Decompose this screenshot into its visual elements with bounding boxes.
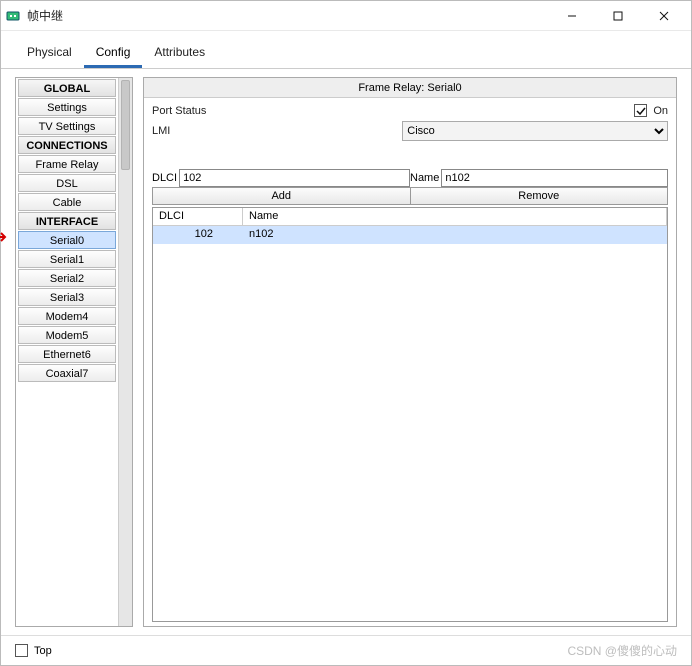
- sidebar-header: CONNECTIONS: [18, 136, 116, 154]
- remove-button[interactable]: Remove: [411, 187, 669, 205]
- top-label: Top: [34, 645, 52, 657]
- body: GLOBALSettingsTV SettingsCONNECTIONSFram…: [1, 69, 691, 635]
- sidebar-header: GLOBAL: [18, 79, 116, 97]
- sidebar-item[interactable]: Cable: [18, 193, 116, 211]
- titlebar: 帧中继: [1, 1, 691, 31]
- watermark: CSDN @傻傻的心动: [567, 642, 677, 659]
- sidebar-item[interactable]: Serial2: [18, 269, 116, 287]
- port-status-checkbox[interactable]: [634, 104, 647, 117]
- window-title: 帧中继: [27, 7, 549, 24]
- tab-physical[interactable]: Physical: [15, 41, 84, 68]
- sidebar-item[interactable]: Serial1: [18, 250, 116, 268]
- sidebar-item[interactable]: Serial0: [18, 231, 116, 249]
- table-header: DLCI Name: [153, 208, 667, 226]
- lmi-row: LMI Cisco: [152, 121, 668, 141]
- sidebar-item[interactable]: DSL: [18, 174, 116, 192]
- col-name[interactable]: Name: [243, 208, 667, 226]
- lmi-select[interactable]: Cisco: [402, 121, 668, 141]
- add-remove-row: Add Remove: [152, 187, 668, 205]
- sidebar: GLOBALSettingsTV SettingsCONNECTIONSFram…: [15, 77, 133, 627]
- dlci-name-inputs: DLCI Name: [152, 169, 668, 187]
- table-row[interactable]: 102n102: [153, 226, 667, 244]
- dlci-input-label: DLCI: [152, 172, 177, 184]
- sidebar-header: INTERFACE: [18, 212, 116, 230]
- lmi-label: LMI: [152, 125, 232, 137]
- cell-name: n102: [243, 226, 667, 244]
- sidebar-scroll-thumb[interactable]: [121, 80, 130, 170]
- top-checkbox[interactable]: [15, 644, 28, 657]
- window-buttons: [549, 1, 687, 31]
- minimize-button[interactable]: [549, 1, 595, 31]
- footer: Top CSDN @傻傻的心动: [1, 635, 691, 665]
- sidebar-item[interactable]: Ethernet6: [18, 345, 116, 363]
- app-icon: [5, 8, 21, 24]
- col-dlci[interactable]: DLCI: [153, 208, 243, 226]
- dlci-input[interactable]: [179, 169, 410, 187]
- panel-body: Port Status On LMI Cisco DLC: [144, 98, 676, 626]
- maximize-button[interactable]: [595, 1, 641, 31]
- name-input[interactable]: [441, 169, 668, 187]
- sidebar-scrollbar[interactable]: [118, 78, 132, 626]
- sidebar-item[interactable]: Modem5: [18, 326, 116, 344]
- sidebar-item[interactable]: Frame Relay: [18, 155, 116, 173]
- sidebar-item[interactable]: Modem4: [18, 307, 116, 325]
- add-button[interactable]: Add: [152, 187, 411, 205]
- cell-dlci: 102: [153, 226, 243, 244]
- tab-bar: Physical Config Attributes: [1, 31, 691, 69]
- sidebar-item[interactable]: TV Settings: [18, 117, 116, 135]
- sidebar-item[interactable]: Coaxial7: [18, 364, 116, 382]
- name-input-label: Name: [410, 172, 439, 184]
- port-status-label: Port Status: [152, 105, 232, 117]
- sidebar-item[interactable]: Settings: [18, 98, 116, 116]
- close-button[interactable]: [641, 1, 687, 31]
- tab-attributes[interactable]: Attributes: [142, 41, 217, 68]
- dlci-table: DLCI Name 102n102: [152, 207, 668, 622]
- table-body: 102n102: [153, 226, 667, 244]
- sidebar-list: GLOBALSettingsTV SettingsCONNECTIONSFram…: [16, 78, 118, 626]
- app-window: 帧中继 Physical Config Attributes GLOBALSet…: [0, 0, 692, 666]
- tab-config[interactable]: Config: [84, 41, 143, 68]
- sidebar-item[interactable]: Serial3: [18, 288, 116, 306]
- port-status-row: Port Status On: [152, 104, 668, 117]
- panel-title: Frame Relay: Serial0: [144, 78, 676, 98]
- config-panel: Frame Relay: Serial0 Port Status On LMI …: [143, 77, 677, 627]
- annotation-arrow: [0, 232, 11, 242]
- port-status-value: On: [653, 105, 668, 117]
